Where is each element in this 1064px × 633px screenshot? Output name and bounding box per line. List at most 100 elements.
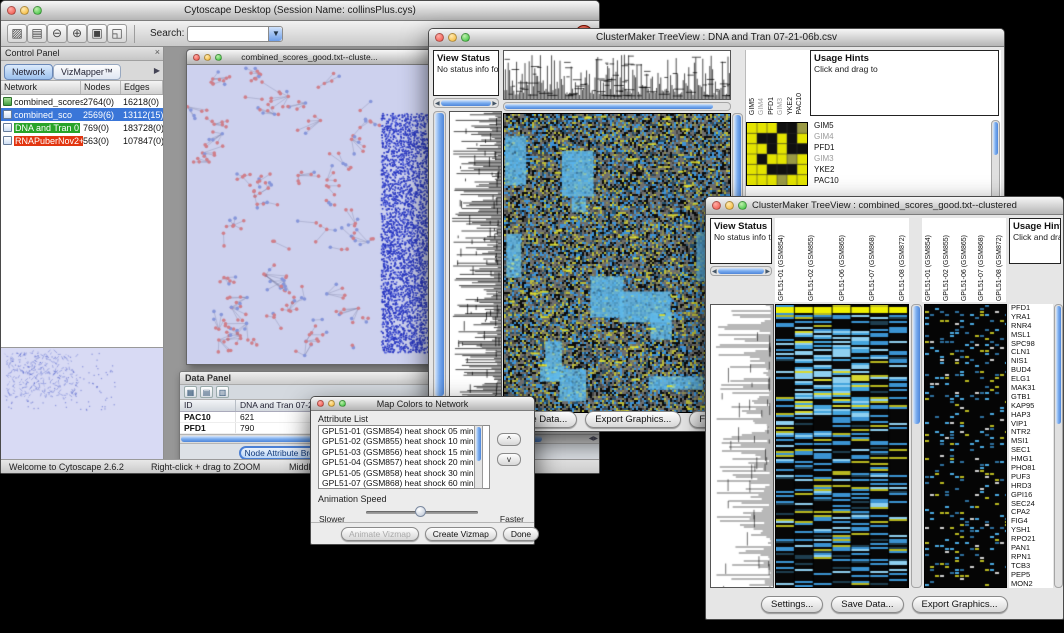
column-header[interactable]: Network: [1, 81, 81, 94]
close-icon[interactable]: [317, 400, 324, 407]
gene-label: RPO21: [1011, 535, 1051, 543]
network-view-window: combined_scores_good.txt--cluste...: [186, 49, 433, 365]
network-view-title: combined_scores_good.txt--cluste...: [211, 52, 408, 62]
gene-label: CPA2: [1011, 508, 1051, 516]
search-input[interactable]: ▼: [187, 26, 283, 42]
chevron-down-icon[interactable]: ▼: [268, 27, 282, 41]
minimize-icon[interactable]: [20, 6, 29, 15]
print-icon[interactable]: ▤: [27, 24, 47, 43]
treeview1-titlebar[interactable]: ClusterMaker TreeView : DNA and Tran 07-…: [429, 29, 1004, 47]
attribute-list-item[interactable]: GPL51-03 (GSM856) heat shock 15 min: [319, 447, 489, 457]
column-label: GIM5: [748, 98, 757, 115]
scroll-right-icon[interactable]: ▶: [492, 100, 497, 107]
treeview-button[interactable]: Settings...: [761, 596, 823, 613]
gene-label: HRD3: [1011, 482, 1051, 490]
slider-thumb[interactable]: [415, 506, 426, 517]
zoom-window-icon[interactable]: [215, 54, 222, 61]
tab-VizMapper™[interactable]: VizMapper™: [53, 64, 121, 80]
minimize-icon[interactable]: [328, 400, 335, 407]
close-icon[interactable]: [712, 201, 721, 210]
column-dendrogram[interactable]: [503, 50, 731, 100]
gene-label: PFD1: [1011, 304, 1051, 312]
zoom-actual-icon[interactable]: ◱: [107, 24, 127, 43]
heatmap[interactable]: [503, 113, 731, 413]
treeview2-titlebar[interactable]: ClusterMaker TreeView : combined_scores_…: [706, 197, 1063, 215]
move-down-button[interactable]: v: [497, 453, 521, 466]
usage-hints-title: Usage Hints: [1013, 221, 1057, 232]
nav-hscrollbar[interactable]: ◀▶: [433, 98, 499, 108]
usage-hints-title: Usage Hints: [814, 53, 995, 64]
nav-hscrollbar[interactable]: ◀▶: [710, 266, 772, 276]
network-list-row[interactable]: RNAPuberNov2+563(0)107847(0): [1, 134, 163, 147]
minimize-icon[interactable]: [725, 201, 734, 210]
attribute-list-item[interactable]: GPL51-01 (GSM854) heat shock 05 min: [319, 426, 489, 436]
birdseye-view[interactable]: [1, 347, 163, 459]
attribute-list-item[interactable]: GPL51-05 (GSM858) heat shock 30 min: [319, 468, 489, 478]
zoom-in-icon[interactable]: ⊕: [67, 24, 87, 43]
heatmap-vscrollbar[interactable]: [911, 304, 922, 588]
column-header[interactable]: ID: [180, 400, 236, 411]
control-panel-tabs: NetworkVizMapper™ ▶: [1, 61, 163, 81]
close-icon[interactable]: [7, 6, 16, 15]
zoom-window-icon[interactable]: [738, 201, 747, 210]
zoom-window-icon[interactable]: [33, 6, 42, 15]
select-attributes-icon[interactable]: ▤: [200, 386, 213, 398]
attribute-list-item[interactable]: GPL51-02 (GSM855) heat shock 10 min: [319, 436, 489, 446]
network-canvas[interactable]: [187, 65, 432, 364]
summary-heatmap[interactable]: [746, 122, 808, 186]
gene-label: PUF3: [1011, 473, 1051, 481]
column-header[interactable]: Edges: [121, 81, 163, 94]
close-icon[interactable]: [193, 54, 200, 61]
tab-overflow-icon[interactable]: ▶: [154, 66, 160, 75]
network-list-row[interactable]: combined_scores2764(0)16218(0): [1, 95, 163, 108]
gene-label: GPI16: [1011, 491, 1051, 499]
treeview-button[interactable]: Save Data...: [831, 596, 903, 613]
attribute-list-item[interactable]: GPL51-07 (GSM868) heat shock 60 min: [319, 478, 489, 488]
treeview-button[interactable]: Export Graphics...: [912, 596, 1008, 613]
scroll-arrows-icon[interactable]: ◀▶: [589, 435, 598, 444]
move-up-button[interactable]: ^: [497, 433, 521, 446]
secondary-heatmap[interactable]: [924, 304, 1007, 588]
toolbar-separator: [134, 25, 135, 43]
genelist-vscrollbar[interactable]: [1054, 304, 1063, 588]
row-dendrogram[interactable]: [449, 111, 502, 411]
close-panel-icon[interactable]: ×: [155, 47, 160, 57]
zoom-out-icon[interactable]: ⊖: [47, 24, 67, 43]
zoom-fit-icon[interactable]: ▣: [87, 24, 107, 43]
tab-Network[interactable]: Network: [4, 64, 53, 80]
table-icon[interactable]: ▦: [184, 386, 197, 398]
column-labels-secondary: GPL51-01 (GSM854)GPL51-02 (GSM855)GPL51-…: [922, 218, 1006, 302]
open-folder-icon[interactable]: ▨: [7, 24, 27, 43]
scroll-left-icon[interactable]: ◀: [435, 100, 440, 107]
attribute-list[interactable]: GPL51-01 (GSM854) heat shock 05 minGPL51…: [318, 425, 490, 489]
delete-attribute-icon[interactable]: ▥: [216, 386, 229, 398]
column-header[interactable]: Nodes: [81, 81, 121, 94]
summary-vscrollbar[interactable]: [991, 120, 1000, 200]
gene-label: PAC10: [814, 176, 858, 185]
heatmap[interactable]: [775, 304, 909, 588]
network-list-row[interactable]: combined_sco2569(6)13112(15): [1, 108, 163, 121]
cytoscape-titlebar[interactable]: Cytoscape Desktop (Session Name: collins…: [1, 1, 599, 21]
gene-label: MSL1: [1011, 331, 1051, 339]
treeview-button[interactable]: Export Graphics...: [585, 411, 681, 428]
network-list-row[interactable]: DNA and Tran 0769(0)183728(0): [1, 121, 163, 134]
zoom-window-icon[interactable]: [461, 33, 470, 42]
scroll-right-icon[interactable]: ▶: [765, 268, 770, 275]
scroll-left-icon[interactable]: ◀: [712, 268, 717, 275]
minimize-icon[interactable]: [448, 33, 457, 42]
dialog-button[interactable]: Create Vizmap: [425, 527, 497, 541]
close-icon[interactable]: [435, 33, 444, 42]
attribute-list-item[interactable]: GPL51-04 (GSM857) heat shock 20 min: [319, 457, 489, 467]
dialog-button[interactable]: Done: [503, 527, 539, 541]
minimize-icon[interactable]: [204, 54, 211, 61]
dialog-button[interactable]: Animate Vizmap: [341, 527, 419, 541]
global-vscrollbar[interactable]: [433, 111, 446, 411]
column-label: GPL51-08 (GSM872): [898, 235, 907, 301]
dialog-titlebar[interactable]: Map Colors to Network: [311, 397, 534, 411]
zoom-window-icon[interactable]: [339, 400, 346, 407]
row-dendrogram[interactable]: [710, 304, 774, 588]
attribute-list-vscrollbar[interactable]: [474, 425, 483, 489]
network-view-titlebar[interactable]: combined_scores_good.txt--cluste...: [187, 50, 432, 65]
heatmap-hscrollbar[interactable]: [503, 102, 731, 111]
treeview1-title: ClusterMaker TreeView : DNA and Tran 07-…: [453, 32, 980, 43]
